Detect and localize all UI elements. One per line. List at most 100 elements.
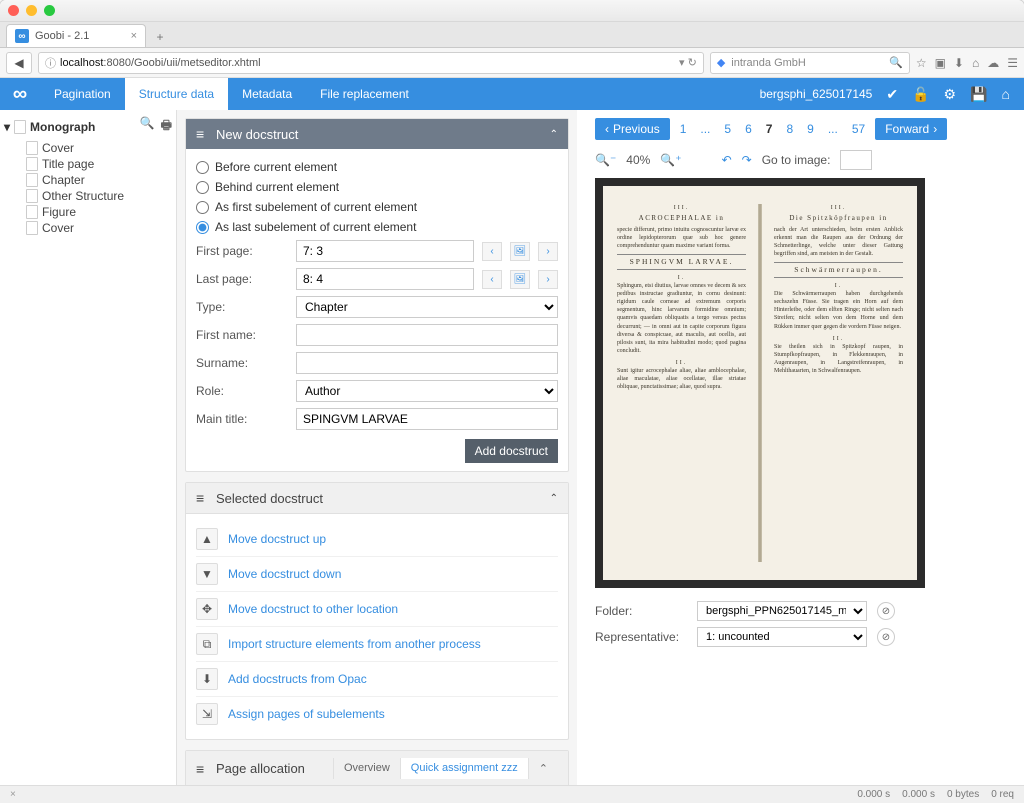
panel-header[interactable]: Selected docstruct ⌃ [186,483,568,514]
next-page-icon[interactable]: › [538,270,558,289]
rotate-right-icon[interactable]: ↷ [742,153,752,167]
bookmark-icon[interactable]: ☆ [916,56,927,70]
close-icon[interactable]: × [10,789,16,800]
move-down-link[interactable]: Move docstruct down [228,567,341,581]
pa-tab-quick[interactable]: Quick assignment zzz [400,758,528,779]
tree-item[interactable]: Title page [26,156,172,172]
position-radio[interactable]: As last subelement of current element [196,217,558,237]
tree-item[interactable]: Cover [26,140,172,156]
panel-header[interactable]: Page allocation Overview Quick assignmen… [186,751,568,785]
menu-icon [196,490,208,506]
tab-pagination[interactable]: Pagination [40,78,125,110]
gear-icon[interactable]: ⚙ [944,86,957,103]
menu-icon[interactable]: ☰ [1007,56,1018,70]
downloads-icon[interactable]: ⬇ [954,56,964,70]
position-radio[interactable]: Before current element [196,157,558,177]
page-link[interactable]: 5 [720,122,735,136]
menu-icon [196,761,208,777]
collapse-icon[interactable]: ⌃ [528,758,558,779]
firstname-input[interactable] [296,324,558,346]
chat-icon[interactable]: ☁ [987,56,999,70]
page-link[interactable]: 9 [803,122,818,136]
tree-item[interactable]: Chapter [26,172,172,188]
tab-favicon: ∞ [15,29,29,43]
add-docstruct-button[interactable]: Add docstruct [465,439,558,463]
add-opac-link[interactable]: Add docstructs from Opac [228,672,367,686]
pocket-icon[interactable]: ▣ [935,56,946,70]
save-icon[interactable]: 💾 [970,86,987,103]
move-other-link[interactable]: Move docstruct to other location [228,602,398,616]
prev-page-icon[interactable]: ‹ [482,242,502,261]
maximize-window-button[interactable] [44,5,55,16]
first-page-input[interactable] [296,240,474,262]
collapse-icon[interactable]: ⌃ [550,129,558,140]
back-button[interactable]: ◀ [6,52,32,74]
check-icon[interactable]: ✔ [886,86,898,103]
unlock-icon[interactable]: 🔓 [912,86,929,103]
app-header: ∞ Pagination Structure data Metadata Fil… [0,78,1024,110]
url-input[interactable]: ⓘ localhost:8080/Goobi/uii/metseditor.xh… [38,52,704,74]
panel-header[interactable]: New docstruct ⌃ [186,119,568,149]
type-label: Type: [196,300,288,314]
image-link-icon[interactable]: 🖼 [510,270,530,289]
document-icon [26,221,38,235]
tab-file-replacement[interactable]: File replacement [306,78,423,110]
zoom-in-icon[interactable]: 🔍⁺ [660,153,681,167]
image-link-icon[interactable]: 🖼 [510,242,530,261]
tree-item[interactable]: Other Structure [26,188,172,204]
maintitle-input[interactable] [296,408,558,430]
confirm-icon[interactable]: ⊘ [877,602,895,620]
print-icon[interactable]: 🖶 [161,116,172,137]
import-link[interactable]: Import structure elements from another p… [228,637,481,651]
tab-metadata[interactable]: Metadata [228,78,306,110]
collapse-icon[interactable]: ▾ [4,120,10,134]
browser-tab[interactable]: ∞ Goobi - 2.1 × [6,24,146,47]
search-icon[interactable]: 🔍 [140,116,155,137]
folder-select[interactable]: bergsphi_PPN625017145_media [697,601,867,621]
type-select[interactable]: Chapter [296,296,558,318]
collapse-icon[interactable]: ⌃ [550,493,558,504]
rotate-left-icon[interactable]: ↶ [722,153,732,167]
page-image[interactable]: III. ACROCEPHALAE in specie differunt, p… [595,178,925,588]
position-radio[interactable]: Behind current element [196,177,558,197]
menu-icon [196,126,208,142]
tree-root[interactable]: ▾ Monograph 🔍 🖶 [4,116,172,137]
representative-select[interactable]: 1: uncounted [697,627,867,647]
home-icon[interactable]: ⌂ [1002,86,1010,102]
browser-search[interactable]: ◆ intranda GmbH 🔍 [710,52,910,74]
new-tab-button[interactable]: + [148,27,172,47]
close-window-button[interactable] [8,5,19,16]
position-radio[interactable]: As first subelement of current element [196,197,558,217]
prev-page-icon[interactable]: ‹ [482,270,502,289]
page-link[interactable]: 57 [848,122,869,136]
close-tab-icon[interactable]: × [131,30,137,42]
page-link[interactable]: 1 [676,122,691,136]
tree-item[interactable]: Figure [26,204,172,220]
assign-pages-link[interactable]: Assign pages of subelements [228,707,385,721]
forward-button[interactable]: Forward › [875,118,947,140]
zoom-out-icon[interactable]: 🔍⁻ [595,153,616,167]
page-section-num: III. [617,204,746,212]
minimize-window-button[interactable] [26,5,37,16]
pa-tab-overview[interactable]: Overview [333,758,400,779]
tree-item[interactable]: Cover [26,220,172,236]
role-select[interactable]: Author [296,380,558,402]
next-page-icon[interactable]: › [538,242,558,261]
page-link[interactable]: 8 [782,122,797,136]
process-name: bergsphi_625017145 [760,87,873,101]
page-link[interactable]: 6 [741,122,756,136]
last-page-input[interactable] [296,268,474,290]
firstname-label: First name: [196,328,288,342]
tab-title: Goobi - 2.1 [35,30,89,42]
page-ellipsis: ... [696,122,714,136]
previous-button[interactable]: ‹ Previous [595,118,670,140]
surname-input[interactable] [296,352,558,374]
page-section-head: Die Spitzköpfraupen in [774,214,903,223]
confirm-icon[interactable]: ⊘ [877,628,895,646]
app-logo[interactable]: ∞ [0,78,40,110]
go-to-image-input[interactable] [840,150,872,170]
move-up-link[interactable]: Move docstruct up [228,532,326,546]
home-icon[interactable]: ⌂ [972,56,979,70]
tab-structure-data[interactable]: Structure data [125,78,228,110]
status-bytes: 0 bytes [947,789,979,800]
